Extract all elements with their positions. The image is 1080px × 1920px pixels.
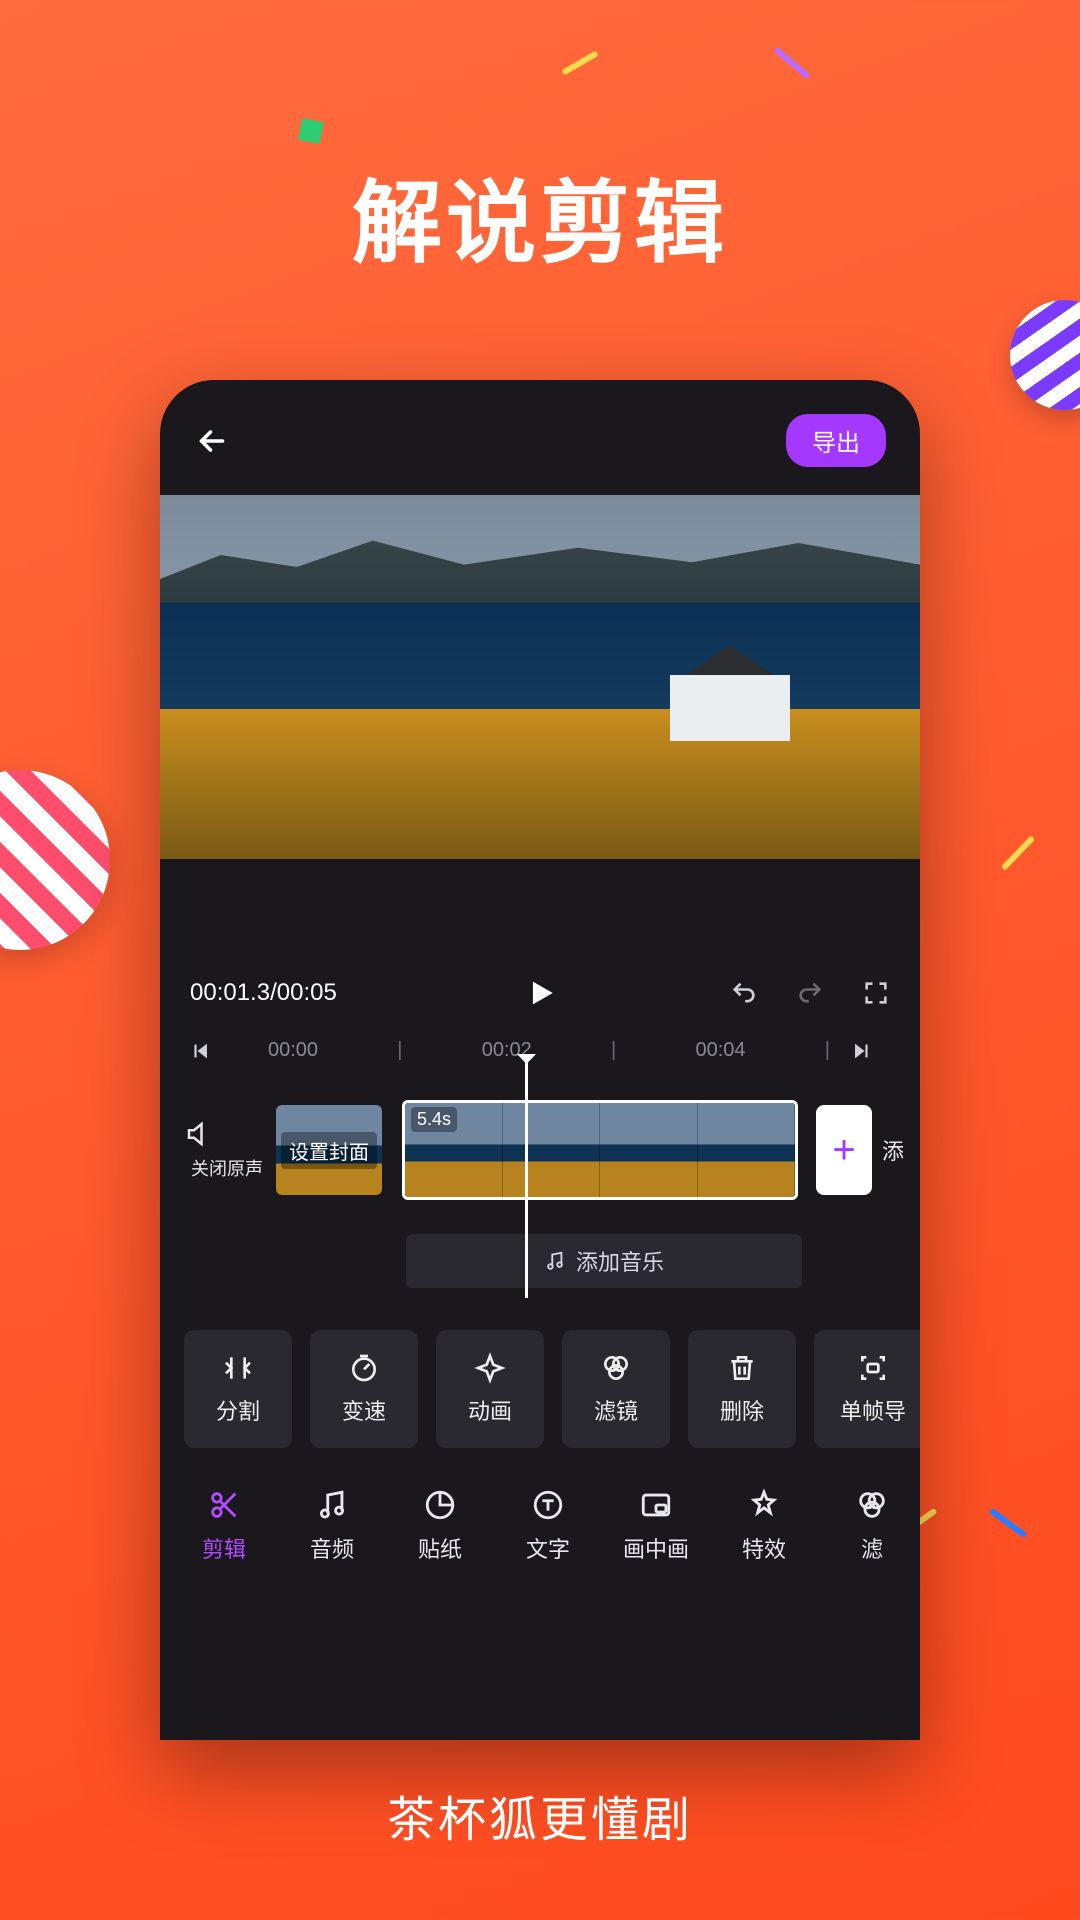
tool-export-frame[interactable]: 单帧导	[814, 1330, 920, 1448]
tool-speed[interactable]: 变速	[310, 1330, 418, 1448]
video-preview[interactable]	[160, 495, 920, 859]
tab-label: 画中画	[623, 1532, 689, 1564]
redo-button[interactable]	[796, 979, 824, 1007]
tab-filter[interactable]: 滤	[818, 1488, 920, 1564]
timeline-playhead[interactable]	[525, 1058, 528, 1298]
timeline-next-button[interactable]	[850, 1040, 890, 1062]
add-music-label: 添加音乐	[576, 1245, 664, 1277]
timeline-tick: 00:04	[695, 1039, 745, 1062]
back-button[interactable]	[194, 423, 230, 459]
set-cover-label: 设置封面	[281, 1132, 377, 1169]
tab-label: 特效	[742, 1532, 786, 1564]
tool-label: 分割	[216, 1394, 260, 1426]
decor-confetti	[1001, 835, 1036, 871]
tab-label: 剪辑	[202, 1532, 246, 1564]
tool-split[interactable]: 分割	[184, 1330, 292, 1448]
tab-audio[interactable]: 音频	[278, 1488, 386, 1564]
timeline-tick: 00:00	[268, 1039, 318, 1062]
decor-ball	[1010, 300, 1080, 410]
tool-filter[interactable]: 滤镜	[562, 1330, 670, 1448]
tool-animation[interactable]: 动画	[436, 1330, 544, 1448]
tool-label: 变速	[342, 1394, 386, 1426]
tab-sticker[interactable]: 贴纸	[386, 1488, 494, 1564]
tab-label: 音频	[310, 1532, 354, 1564]
editor-phone-frame: 导出 00:01.3/00:05 00:00 | 00:0	[160, 380, 920, 1740]
tab-label: 贴纸	[418, 1532, 462, 1564]
tab-edit[interactable]: 剪辑	[170, 1488, 278, 1564]
timeline-clip[interactable]: 5.4s	[402, 1100, 798, 1200]
music-note-icon	[544, 1250, 566, 1272]
set-cover-button[interactable]: 设置封面	[276, 1105, 382, 1195]
undo-button[interactable]	[730, 979, 758, 1007]
tab-text[interactable]: 文字	[494, 1488, 602, 1564]
export-button[interactable]: 导出	[786, 414, 886, 467]
clip-duration-badge: 5.4s	[411, 1107, 457, 1132]
timeline-ruler: 00:00 | 00:02 | 00:04 |	[248, 1039, 850, 1062]
add-music-button[interactable]: 添加音乐	[406, 1234, 802, 1288]
timeline-prev-button[interactable]	[190, 1040, 248, 1062]
tool-label: 动画	[468, 1394, 512, 1426]
tool-delete[interactable]: 删除	[688, 1330, 796, 1448]
promo-tagline: 茶杯狐更懂剧	[0, 1780, 1080, 1850]
decor-confetti	[988, 1508, 1027, 1539]
promo-headline: 解说剪辑	[0, 0, 1080, 280]
tab-label: 滤	[861, 1532, 883, 1564]
decor-ball	[0, 770, 110, 950]
tab-pip[interactable]: 画中画	[602, 1488, 710, 1564]
tool-label: 滤镜	[594, 1394, 638, 1426]
tab-label: 文字	[526, 1532, 570, 1564]
tool-label: 删除	[720, 1394, 764, 1426]
tool-label: 单帧导	[840, 1394, 906, 1426]
mute-original-button[interactable]	[184, 1119, 270, 1149]
play-button[interactable]	[523, 976, 557, 1010]
mute-original-label: 关闭原声	[184, 1155, 270, 1181]
playback-time: 00:01.3/00:05	[190, 979, 337, 1007]
tab-effects[interactable]: 特效	[710, 1488, 818, 1564]
add-clip-label: 添	[882, 1134, 904, 1166]
add-clip-button[interactable]: +	[816, 1105, 872, 1195]
plus-icon: +	[832, 1128, 855, 1173]
fullscreen-button[interactable]	[862, 979, 890, 1007]
decor-confetti	[298, 118, 323, 143]
